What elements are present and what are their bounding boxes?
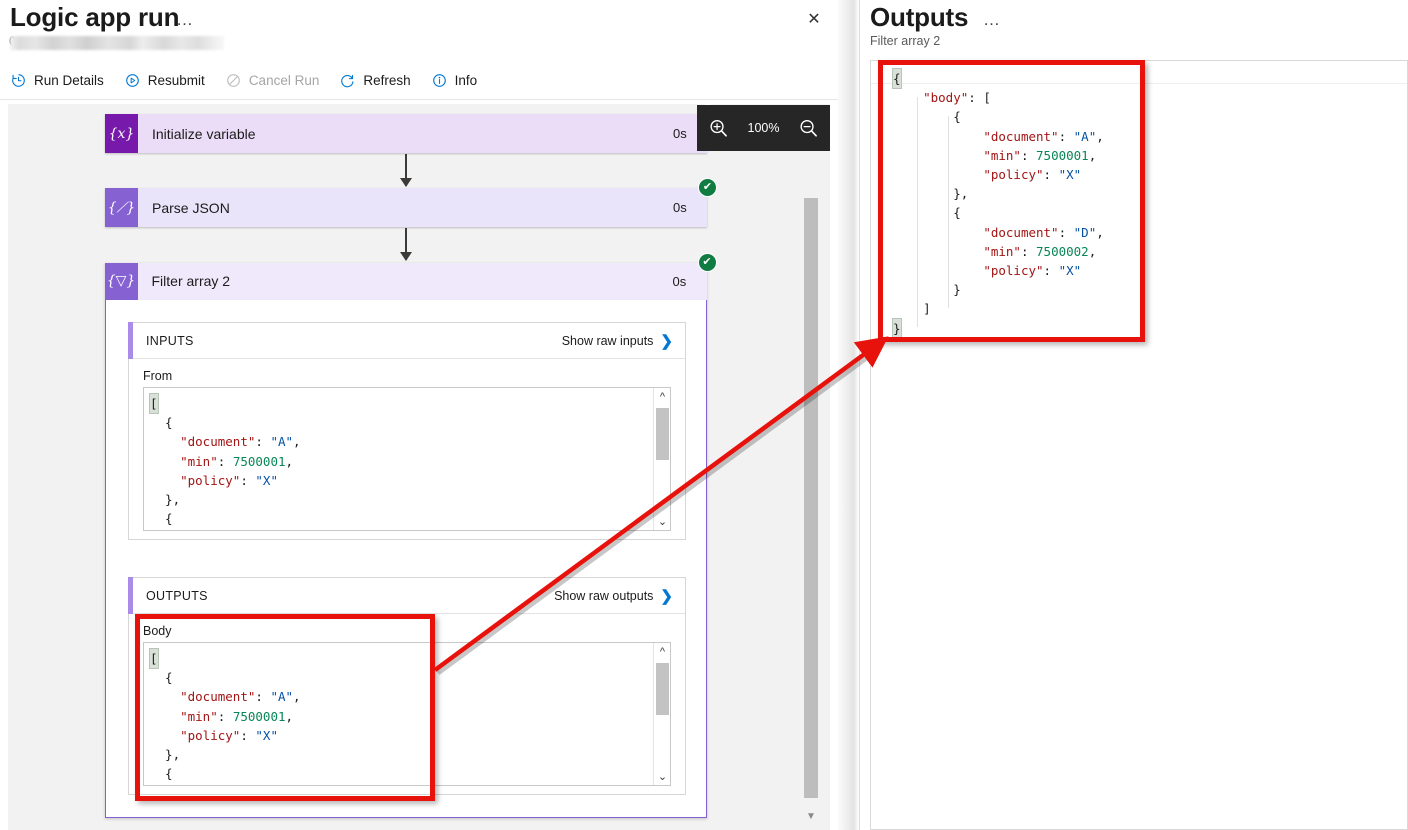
inputs-code-scrollbar[interactable]: ^ ⌄ bbox=[653, 388, 670, 530]
outputs-panel-title: Outputs bbox=[870, 2, 969, 32]
workflow-card-title: Initialize variable bbox=[152, 125, 256, 142]
canvas-scroll-down-arrow-icon[interactable]: ▼ bbox=[800, 808, 822, 824]
outputs-panel-subtitle: Filter array 2 bbox=[870, 34, 941, 48]
refresh-circular-arrow-icon bbox=[341, 74, 354, 87]
resubmit-label: Resubmit bbox=[147, 72, 205, 88]
command-toolbar: Run Details Resubmit Cancel Run Refresh … bbox=[0, 64, 838, 96]
section-accent-bar bbox=[128, 577, 133, 614]
outputs-pane: Outputs … Filter array 2 { "body": [ { "… bbox=[860, 0, 1408, 830]
history-clock-icon bbox=[12, 73, 25, 87]
page-title-overflow-menu[interactable]: … bbox=[176, 10, 194, 30]
outputs-code-box[interactable]: [ { "document": "A", "min": 7500001, "po… bbox=[143, 642, 671, 786]
workflow-card-title: Parse JSON bbox=[152, 199, 230, 216]
show-raw-outputs-label: Show raw outputs bbox=[554, 588, 654, 603]
cancel-circle-slash-icon bbox=[226, 73, 240, 87]
magnifier-plus-icon[interactable] bbox=[708, 118, 729, 139]
inputs-code-box[interactable]: [ { "document": "A", "min": 7500001, "po… bbox=[143, 387, 671, 531]
outputs-section: OUTPUTS Show raw outputs ❯ Body [ { "doc… bbox=[128, 577, 686, 795]
info-label: Info bbox=[454, 72, 478, 88]
outputs-section-header: OUTPUTS Show raw outputs ❯ bbox=[129, 578, 685, 614]
chevron-right-icon: ❯ bbox=[660, 332, 673, 350]
run-id-redacted bbox=[10, 36, 224, 50]
status-badge-succeeded: ✔ bbox=[697, 252, 717, 272]
info-button[interactable]: Info bbox=[421, 65, 488, 95]
outputs-json-editor[interactable]: { "body": [ { "document": "A", "min": 75… bbox=[870, 60, 1408, 830]
workflow-card-initialize-variable[interactable]: {x} Initialize variable 0s ✔ bbox=[105, 104, 717, 153]
pane-divider[interactable] bbox=[838, 0, 860, 830]
inputs-section: INPUTS Show raw inputs ❯ From [ { "docum… bbox=[128, 322, 686, 540]
close-icon[interactable]: ✕ bbox=[803, 8, 825, 30]
scrollbar-thumb[interactable] bbox=[656, 663, 669, 715]
parse-json-icon: {⟋} bbox=[105, 188, 138, 227]
connector-arrow bbox=[400, 228, 412, 261]
magnifier-minus-icon[interactable] bbox=[798, 118, 819, 139]
zoom-level-label: 100% bbox=[747, 121, 780, 135]
scroll-down-chevron-icon[interactable]: ⌄ bbox=[654, 513, 670, 530]
refresh-button[interactable]: Refresh bbox=[329, 65, 420, 95]
canvas-scrollbar-thumb[interactable] bbox=[804, 198, 818, 798]
workflow-card-parse-json[interactable]: {⟋} Parse JSON 0s ✔ bbox=[105, 178, 717, 227]
canvas-zoom-control: 100% bbox=[697, 105, 830, 151]
chevron-right-icon: ❯ bbox=[660, 587, 673, 605]
workflow-canvas: {x} Initialize variable 0s ✔ {⟋} Parse J… bbox=[8, 104, 830, 830]
inputs-field-label: From bbox=[143, 369, 173, 383]
inputs-code-text: [ { "document": "A", "min": 7500001, "po… bbox=[149, 392, 301, 527]
cancel-run-label: Cancel Run bbox=[248, 72, 320, 88]
scroll-up-chevron-icon[interactable]: ^ bbox=[654, 388, 670, 405]
show-raw-inputs-link[interactable]: Show raw inputs ❯ bbox=[562, 332, 673, 350]
toolbar-divider bbox=[0, 99, 838, 100]
section-accent-bar bbox=[128, 322, 133, 359]
filter-array-icon: {▽} bbox=[104, 262, 138, 300]
resubmit-play-icon bbox=[125, 73, 139, 87]
show-raw-outputs-link[interactable]: Show raw outputs ❯ bbox=[554, 587, 673, 605]
canvas-scrollbar[interactable]: ▼ bbox=[800, 104, 822, 830]
show-raw-inputs-label: Show raw inputs bbox=[561, 333, 654, 348]
scrollbar-thumb[interactable] bbox=[656, 408, 669, 460]
screenshot-root: Logic app run … 0 ✕ Run Details Resubmit bbox=[0, 0, 1408, 830]
initialize-variable-icon: {x} bbox=[105, 114, 138, 153]
resubmit-button[interactable]: Resubmit bbox=[114, 65, 215, 95]
outputs-json-code: { "body": [ { "document": "A", "min": 75… bbox=[892, 67, 1104, 339]
outputs-code-text: [ { "document": "A", "min": 7500001, "po… bbox=[149, 647, 301, 782]
inputs-heading: INPUTS bbox=[146, 333, 194, 348]
outputs-code-scrollbar[interactable]: ^ ⌄ bbox=[653, 643, 670, 785]
logic-app-run-pane: Logic app run … 0 ✕ Run Details Resubmit bbox=[0, 0, 838, 830]
info-circle-icon bbox=[432, 73, 446, 87]
cancel-run-button: Cancel Run bbox=[215, 65, 330, 95]
status-badge-succeeded: ✔ bbox=[698, 178, 717, 197]
outputs-heading: OUTPUTS bbox=[146, 588, 208, 603]
run-details-label: Run Details bbox=[34, 72, 104, 88]
run-details-button[interactable]: Run Details bbox=[0, 65, 114, 95]
workflow-card-title: Filter array 2 bbox=[151, 273, 231, 289]
outputs-title-overflow-menu[interactable]: … bbox=[983, 10, 1001, 30]
scroll-down-chevron-icon[interactable]: ⌄ bbox=[654, 768, 670, 785]
page-title: Logic app run bbox=[10, 2, 180, 32]
outputs-field-label: Body bbox=[143, 624, 172, 638]
refresh-label: Refresh bbox=[363, 72, 411, 88]
scroll-up-chevron-icon[interactable]: ^ bbox=[654, 643, 670, 660]
inputs-section-header: INPUTS Show raw inputs ❯ bbox=[129, 323, 685, 359]
workflow-card-filter-array-2-header[interactable]: {▽} Filter array 2 0s ✔ bbox=[104, 252, 717, 300]
connector-arrow bbox=[400, 154, 412, 187]
workflow-card-filter-array-2-expanded: {▽} Filter array 2 0s ✔ INPUTS Show raw … bbox=[104, 252, 717, 818]
